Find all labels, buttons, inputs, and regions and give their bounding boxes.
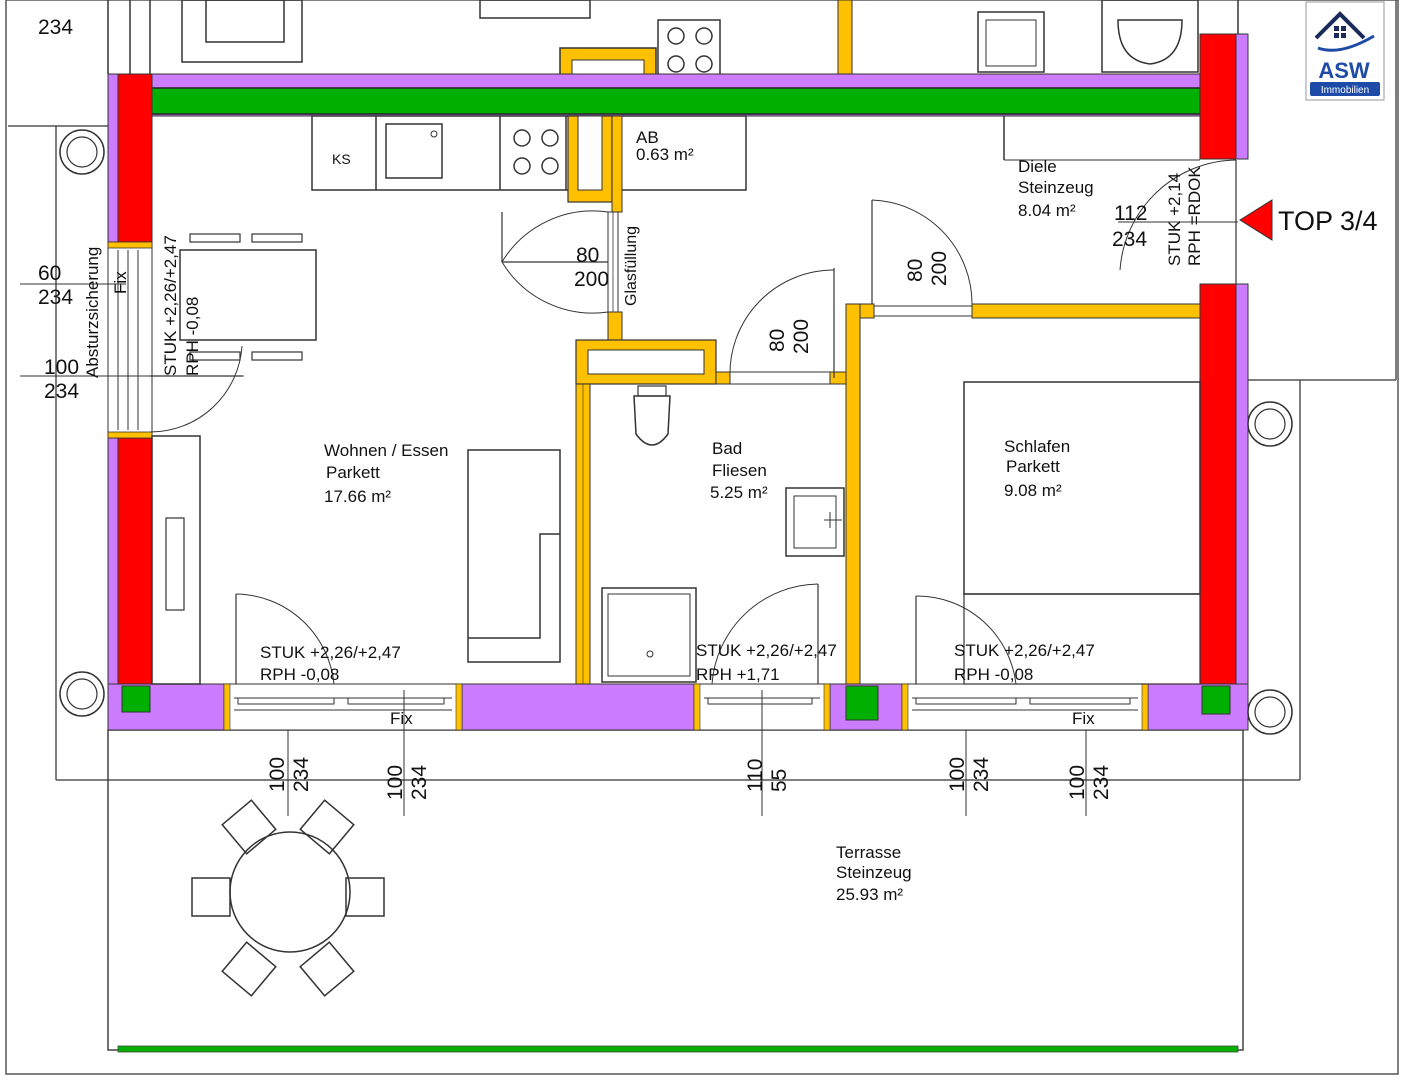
door-schlafen [871, 199, 973, 317]
apartment-label: TOP 3/4 [1278, 206, 1378, 236]
bed [963, 381, 1201, 595]
room-diele-area: 8.04 m² [1018, 201, 1076, 220]
note-stuk-bad: STUK +2,26/+2,47 [696, 641, 837, 660]
room-schlafen-floor: Parkett [1006, 457, 1060, 476]
dim-entry-w: 112 [1114, 202, 1147, 225]
room-wohnen-name: Wohnen / Essen [324, 441, 448, 460]
note-rph-left: RPH -0,08 [183, 297, 202, 376]
upper-wall-yellow [837, 0, 853, 86]
dim-left-h100: 234 [44, 380, 79, 403]
room-schlafen-area: 9.08 m² [1004, 481, 1062, 500]
wall-right-red [1199, 283, 1237, 687]
room-bad-name: Bad [712, 439, 742, 458]
note-glasfuellung: Glasfüllung [623, 226, 640, 306]
dim-b2-w: 100 [384, 765, 407, 800]
wall-schlaf-top [971, 303, 1201, 319]
green-column [121, 685, 151, 713]
room-diele-floor: Steinzeug [1018, 178, 1094, 197]
page-frame [5, 0, 1399, 1075]
window-bottom [223, 683, 463, 731]
dim-b3-h: 55 [768, 769, 791, 792]
note-absturzsicherung: Absturzsicherung [83, 247, 102, 378]
logo-name: ASW [1318, 58, 1370, 83]
window-bottom [901, 683, 1149, 731]
sideboard [151, 435, 201, 685]
dim-b4-w: 100 [946, 757, 969, 792]
door-bad [729, 268, 835, 385]
dim-left-w60: 60 [38, 262, 61, 285]
dim-b1-h: 234 [290, 757, 313, 792]
dim-door-wohnen-w: 80 [576, 244, 599, 267]
dim-b2-h: 234 [408, 765, 431, 800]
green-column [845, 685, 879, 721]
asw-logo: ASW Immobilien [1305, 1, 1385, 101]
column-circle [59, 671, 105, 717]
terrace-dining-set [191, 799, 385, 997]
note-rph-wohnen: RPH -0,08 [260, 665, 339, 684]
note-fix-bottom1: Fix [390, 709, 413, 728]
note-fix-bottom2: Fix [1072, 709, 1095, 728]
dim-door-schlaf-h: 200 [928, 251, 951, 286]
entry-marker-icon [1239, 199, 1273, 241]
room-bad-floor: Fliesen [712, 461, 767, 480]
note-stuk-entry: STUK +2,14 [1165, 173, 1184, 266]
dim-door-wohnen-h: 200 [574, 268, 609, 291]
shower [601, 587, 697, 683]
stove-burner [513, 129, 531, 147]
note-rph-schlaf: RPH -0,08 [954, 665, 1033, 684]
dim-b5-w: 100 [1066, 765, 1089, 800]
room-terrasse-name: Terrasse [836, 843, 901, 862]
dim-door-schlaf-w: 80 [904, 259, 927, 282]
wall-left-red [117, 73, 153, 243]
dim-b3-w: 110 [744, 759, 767, 792]
wall-left-red [117, 437, 153, 687]
column-circle [59, 129, 105, 175]
terrace-edge-green [117, 1045, 1239, 1053]
kitchen-sink [385, 123, 443, 179]
room-schlafen-name: Schlafen [1004, 437, 1070, 456]
room-wohnen-area: 17.66 m² [324, 487, 391, 506]
floor-plan: 234 AB 0.63 m² KS Diele Steinzeug 8.04 m… [5, 0, 1399, 1075]
dim-door-bad-w: 80 [766, 329, 789, 352]
bath-sink [785, 487, 845, 557]
wall-bath-right [845, 303, 861, 685]
upper-toilet-box [1101, 0, 1199, 73]
appliance-ks: KS [332, 151, 351, 167]
room-terrasse-area: 25.93 m² [836, 885, 903, 904]
dim-entry-h: 234 [1112, 228, 1147, 251]
note-stuk-left: STUK +2,26/+2,47 [161, 235, 180, 376]
note-stuk-wohnen: STUK +2,26/+2,47 [260, 643, 401, 662]
dim-door-bad-h: 200 [790, 319, 813, 354]
room-diele-name: Diele [1018, 157, 1057, 176]
note-stuk-schlaf: STUK +2,26/+2,47 [954, 641, 1095, 660]
room-terrasse-floor: Steinzeug [836, 863, 912, 882]
upper-counter [479, 0, 591, 19]
green-beam [135, 87, 1222, 115]
room-wohnen-floor: Parkett [326, 463, 380, 482]
wall-right-red [1199, 33, 1237, 160]
toilet [633, 385, 671, 446]
dim-top-left: 234 [38, 16, 73, 39]
column-circle [1247, 689, 1293, 735]
logo-sub: Immobilien [1321, 85, 1369, 96]
note-rph-bad: RPH +1,71 [696, 665, 780, 684]
upper-sink [977, 11, 1045, 73]
note-fix-left: Fix [111, 271, 130, 294]
upper-counter [205, 0, 285, 43]
dim-b5-h: 234 [1090, 765, 1113, 800]
green-column [1201, 685, 1231, 715]
dim-b1-w: 100 [266, 757, 289, 792]
wall-schlaf-top [859, 303, 875, 319]
dim-left-h60: 234 [38, 286, 73, 309]
sofa [467, 449, 561, 663]
room-bad-area: 5.25 m² [710, 483, 768, 502]
room-ab-area: 0.63 m² [636, 145, 694, 164]
note-rph-entry: RPH =RDOK [1185, 166, 1204, 266]
dim-b4-h: 234 [970, 757, 993, 792]
column-circle [1247, 401, 1293, 447]
dim-left-w100: 100 [44, 356, 79, 379]
